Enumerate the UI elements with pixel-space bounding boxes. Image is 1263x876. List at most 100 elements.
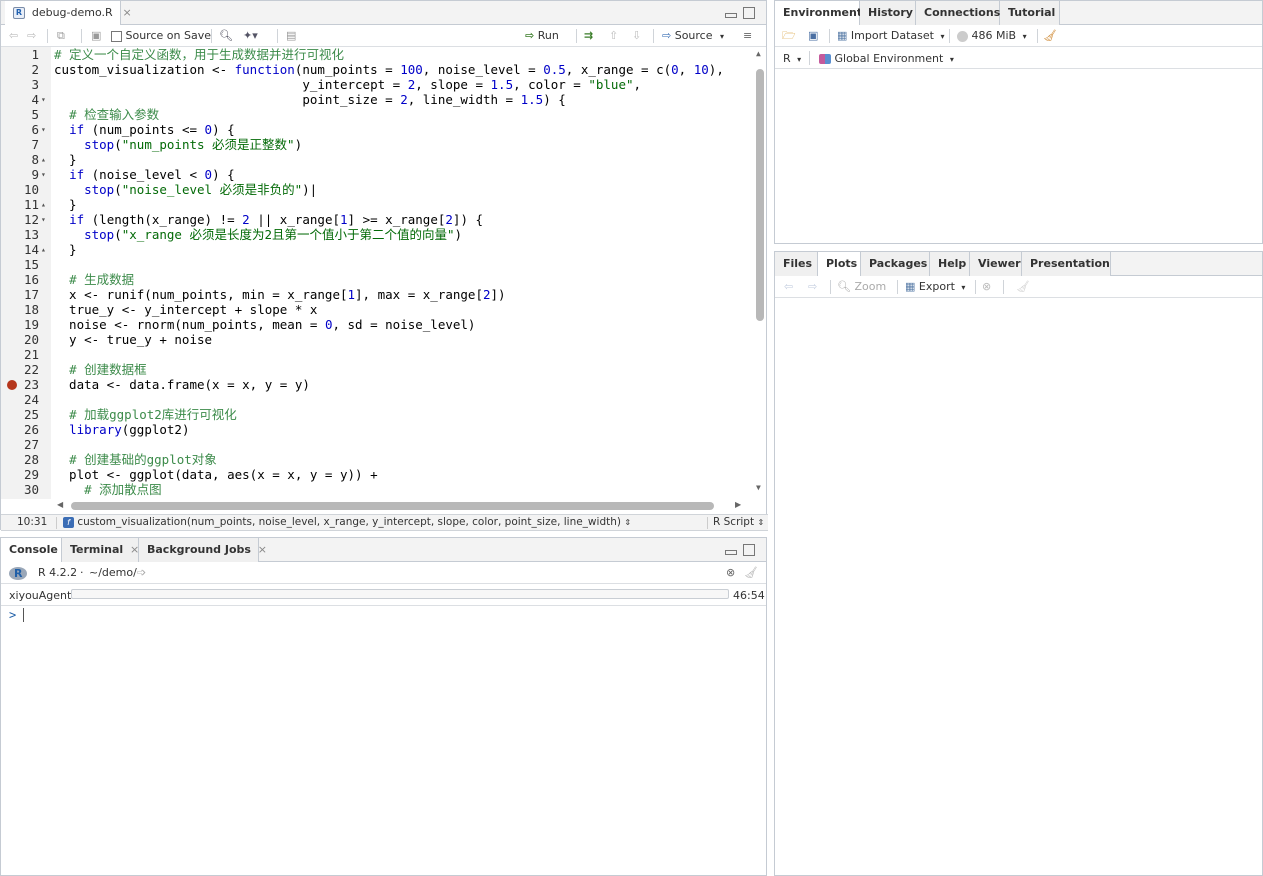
- code-line[interactable]: 21: [1, 347, 751, 362]
- tab-connections[interactable]: Connections: [916, 1, 1000, 25]
- tab-tutorial[interactable]: Tutorial: [1000, 1, 1060, 25]
- tab-console[interactable]: Console: [1, 538, 62, 563]
- minimize-icon[interactable]: [725, 13, 737, 18]
- line-number[interactable]: 9: [1, 167, 39, 182]
- line-number[interactable]: 7: [1, 137, 39, 152]
- tab-background-jobs[interactable]: Background Jobs ×: [139, 538, 267, 562]
- back-arrow-icon[interactable]: ⇦: [784, 279, 793, 295]
- code-line[interactable]: 27: [1, 437, 751, 452]
- tab-history[interactable]: History: [860, 1, 916, 25]
- console-output[interactable]: >: [1, 606, 766, 875]
- line-number[interactable]: 26: [1, 422, 39, 437]
- code-line[interactable]: 5 # 检查输入参数: [1, 107, 751, 122]
- rerun-icon[interactable]: ⇉: [584, 28, 593, 44]
- line-number[interactable]: 5: [1, 107, 39, 122]
- tab-environment[interactable]: Environment: [775, 1, 862, 26]
- remove-plot-icon[interactable]: ⊗: [982, 279, 991, 295]
- down-arrow-icon[interactable]: ⇩: [632, 28, 641, 44]
- language-selector[interactable]: R ▾: [783, 52, 801, 65]
- line-number[interactable]: 2: [1, 62, 39, 77]
- code-line[interactable]: 8 ▴ }: [1, 152, 751, 167]
- memory-usage[interactable]: 486 MiB ▾: [957, 28, 1027, 44]
- line-number[interactable]: 15: [1, 257, 39, 272]
- file-tab[interactable]: R debug-demo.R ×: [5, 1, 132, 26]
- save-workspace-icon[interactable]: ▣: [808, 28, 818, 44]
- tab-plots[interactable]: Plots: [818, 252, 861, 277]
- code-line[interactable]: 29 plot <- ggplot(data, aes(x = x, y = y…: [1, 467, 751, 482]
- scope-selector[interactable]: Global Environment ▾: [819, 52, 954, 65]
- code-line[interactable]: 12 ▾ if (length(x_range) != 2 || x_range[…: [1, 212, 751, 227]
- code-line[interactable]: 24: [1, 392, 751, 407]
- line-number[interactable]: 4: [1, 92, 39, 107]
- search-icon[interactable]: 🔍︎: [219, 28, 233, 44]
- line-number[interactable]: 20: [1, 332, 39, 347]
- code-line[interactable]: 30 # 添加散点图: [1, 482, 751, 497]
- working-directory[interactable]: ~/demo/: [89, 565, 137, 581]
- line-number[interactable]: 17: [1, 287, 39, 302]
- code-line[interactable]: 26 library(ggplot2): [1, 422, 751, 437]
- file-type-selector[interactable]: R Script ⇕: [713, 516, 764, 528]
- scroll-up-icon[interactable]: ▲: [756, 49, 761, 58]
- broom-icon[interactable]: 🧹︎: [1043, 28, 1057, 44]
- compile-report-icon[interactable]: ▤: [286, 28, 296, 44]
- code-line[interactable]: 15: [1, 257, 751, 272]
- line-number[interactable]: 24: [1, 392, 39, 407]
- up-arrow-icon[interactable]: ⇧: [609, 28, 618, 44]
- code-editor[interactable]: 1 # 定义一个自定义函数，用于生成数据并进行可视化 2 custom_visuali…: [1, 47, 766, 499]
- show-in-window-icon[interactable]: ⧉: [57, 28, 65, 44]
- forward-arrow-icon[interactable]: ⇨: [27, 28, 36, 44]
- close-icon[interactable]: ×: [130, 543, 139, 556]
- source-on-save-checkbox[interactable]: Source on Save: [111, 28, 211, 44]
- zoom-button[interactable]: 🔍︎ Zoom: [837, 279, 886, 295]
- line-number[interactable]: 3: [1, 77, 39, 92]
- close-icon[interactable]: ×: [258, 543, 267, 556]
- code-line[interactable]: 4 ▾ point_size = 2, line_width = 1.5) {: [1, 92, 751, 107]
- scroll-left-icon[interactable]: ◀: [57, 500, 63, 509]
- line-number[interactable]: 16: [1, 272, 39, 287]
- minimize-icon[interactable]: [725, 550, 737, 555]
- line-number[interactable]: 14: [1, 242, 39, 257]
- line-number[interactable]: 21: [1, 347, 39, 362]
- fold-down-icon[interactable]: ▾: [41, 122, 46, 137]
- fold-up-icon[interactable]: ▴: [41, 197, 46, 212]
- line-number[interactable]: 30: [1, 482, 39, 497]
- line-number[interactable]: 27: [1, 437, 39, 452]
- line-number[interactable]: 13: [1, 227, 39, 242]
- code-line[interactable]: 11 ▴ }: [1, 197, 751, 212]
- code-line[interactable]: 13 stop("x_range 必须是长度为2且第一个值小于第二个值的向量"): [1, 227, 751, 242]
- breakpoint-icon[interactable]: [7, 380, 17, 390]
- export-button[interactable]: ▦ Export ▾: [905, 279, 965, 295]
- import-dataset-button[interactable]: ▦ Import Dataset ▾: [837, 28, 945, 44]
- source-button[interactable]: ⇨ Source ▾: [662, 28, 724, 44]
- go-to-directory-icon[interactable]: ➩: [137, 565, 146, 581]
- fold-down-icon[interactable]: ▾: [41, 212, 46, 227]
- scroll-right-icon[interactable]: ▶: [735, 500, 741, 509]
- fold-down-icon[interactable]: ▾: [41, 167, 46, 182]
- horizontal-scrollbar[interactable]: ◀ ▶: [51, 499, 754, 512]
- tab-files[interactable]: Files: [775, 252, 818, 276]
- code-line[interactable]: 6 ▾ if (num_points <= 0) {: [1, 122, 751, 137]
- line-number[interactable]: 22: [1, 362, 39, 377]
- tab-packages[interactable]: Packages: [861, 252, 930, 276]
- code-line[interactable]: 16 # 生成数据: [1, 272, 751, 287]
- open-folder-icon[interactable]: 🗁︎: [782, 28, 796, 44]
- code-line[interactable]: 14 ▴ }: [1, 242, 751, 257]
- line-number[interactable]: 31: [1, 497, 39, 499]
- code-line[interactable]: 25 # 加载ggplot2库进行可视化: [1, 407, 751, 422]
- maximize-icon[interactable]: [743, 544, 755, 556]
- code-line[interactable]: 17 x <- runif(num_points, min = x_range[…: [1, 287, 751, 302]
- magic-wand-icon[interactable]: ✦▾: [243, 28, 258, 44]
- hscrollbar-thumb[interactable]: [71, 502, 714, 510]
- line-number[interactable]: 1: [1, 47, 39, 62]
- fold-down-icon[interactable]: ▾: [41, 92, 46, 107]
- line-number[interactable]: 11: [1, 197, 39, 212]
- interrupt-icon[interactable]: ⊗: [726, 565, 735, 581]
- line-number[interactable]: 6: [1, 122, 39, 137]
- scroll-down-icon[interactable]: ▼: [756, 483, 761, 492]
- code-line[interactable]: 9 ▾ if (noise_level < 0) {: [1, 167, 751, 182]
- forward-arrow-icon[interactable]: ⇨: [808, 279, 817, 295]
- vertical-scrollbar[interactable]: ▲ ▼: [754, 47, 766, 499]
- tab-viewer[interactable]: Viewer: [970, 252, 1022, 276]
- line-number[interactable]: 12: [1, 212, 39, 227]
- line-number[interactable]: 28: [1, 452, 39, 467]
